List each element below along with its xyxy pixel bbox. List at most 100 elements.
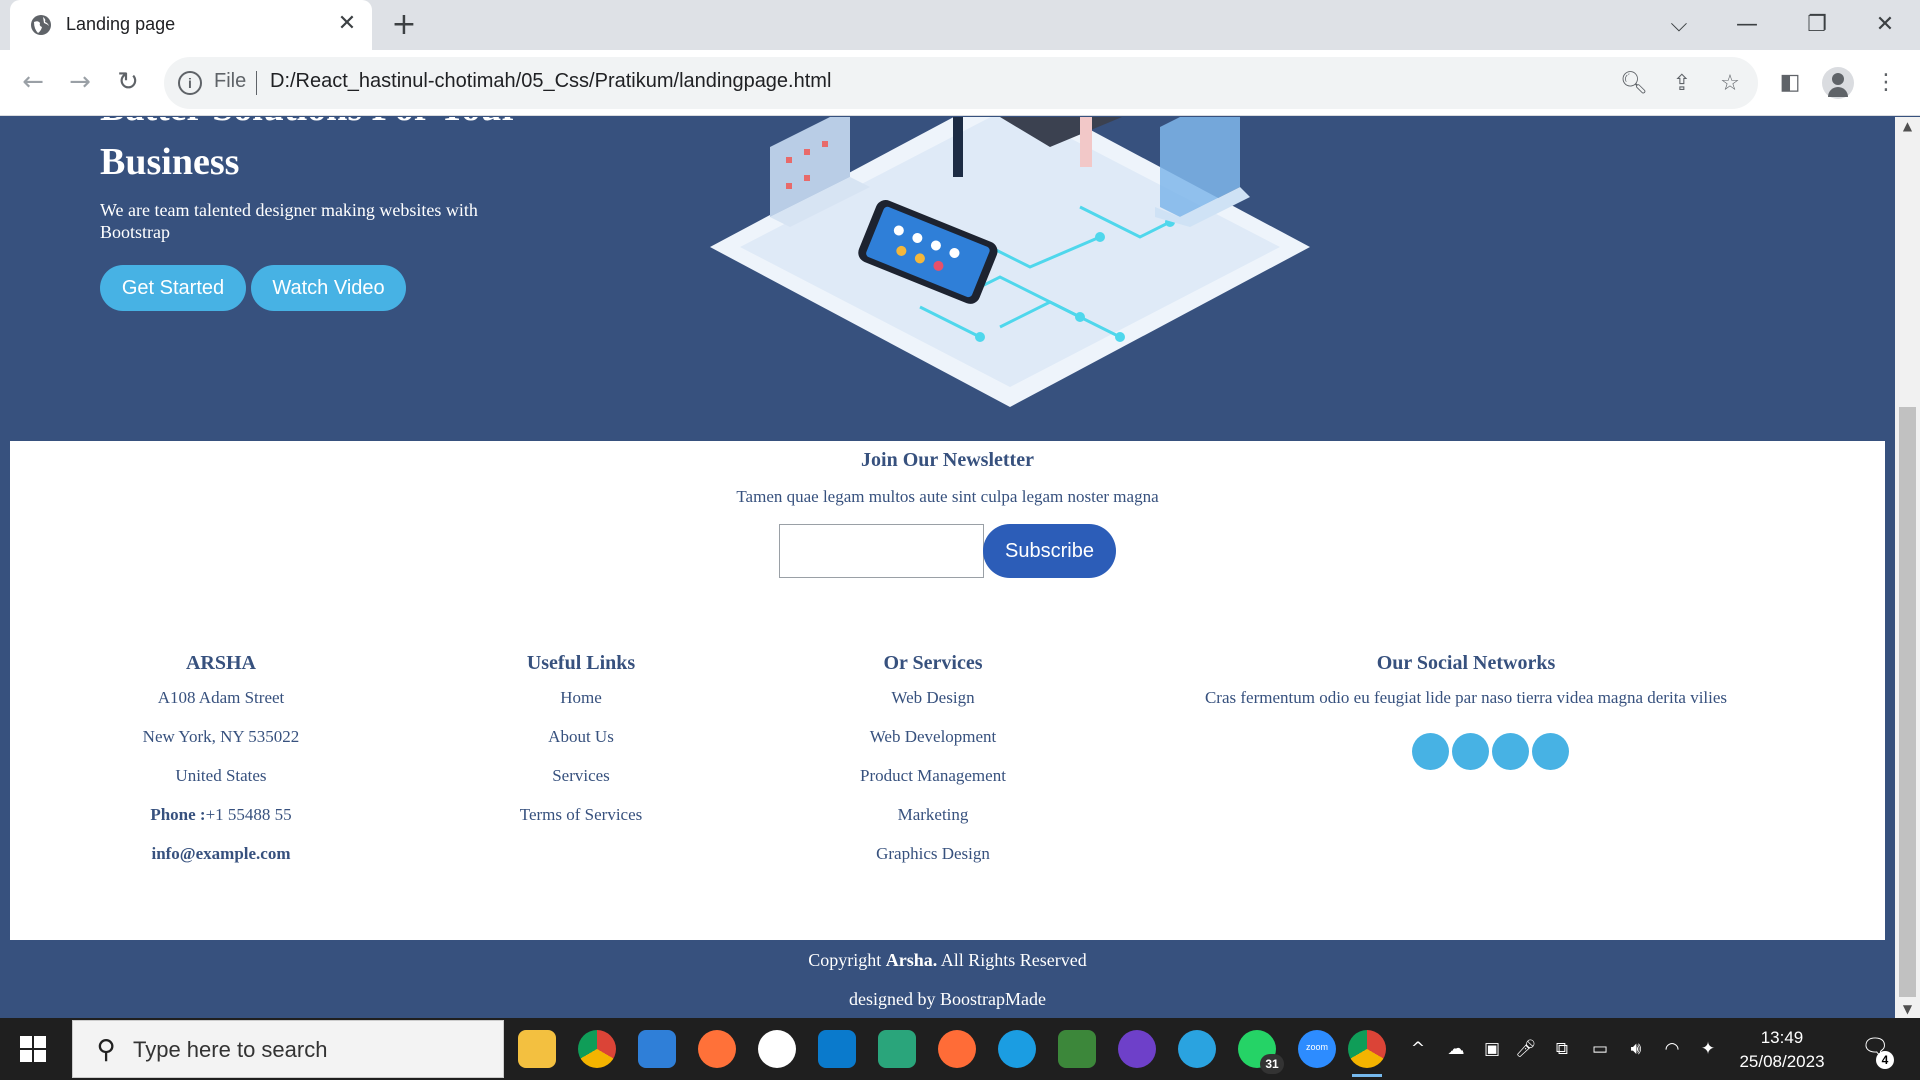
volume-icon[interactable]: 🔊︎ — [1624, 1038, 1648, 1060]
copyright-prefix: Copyright — [808, 950, 882, 970]
social-icon-4[interactable] — [1532, 733, 1569, 770]
edge-icon[interactable] — [998, 1030, 1036, 1068]
footer-link-terms[interactable]: Terms of Services — [458, 804, 704, 843]
footer-social-column: Our Social Networks Cras fermentum odio … — [1186, 651, 1746, 726]
get-started-button[interactable]: Get Started — [100, 265, 246, 311]
footer-link-services[interactable]: Services — [458, 765, 704, 804]
file-explorer-icon[interactable] — [518, 1030, 556, 1068]
footer-address-line1: A108 Adam Street — [157, 688, 285, 707]
minimize-button[interactable]: — — [1732, 10, 1762, 40]
scroll-up-icon[interactable]: ▲ — [1895, 117, 1920, 135]
hero-title: Batter Solutions For Your Business — [100, 117, 518, 183]
subscribe-button[interactable]: Subscribe — [983, 524, 1116, 578]
newsletter-title: Join Our Newsletter — [861, 449, 1034, 471]
service-marketing[interactable]: Marketing — [798, 804, 1068, 843]
email-address: info@example.com — [151, 844, 291, 863]
social-icons — [1412, 733, 1572, 771]
clock-time: 13:49 — [1760, 1028, 1804, 1047]
writer-app-icon[interactable] — [758, 1030, 796, 1068]
social-title: Our Social Networks — [1376, 652, 1556, 674]
browser-toolbar: ← → ↻ i File D:/React_hastinul-chotimah/… — [0, 50, 1920, 116]
tab-title: Landing page — [66, 14, 176, 34]
service-web-design[interactable]: Web Design — [798, 687, 1068, 726]
chrome-active-icon[interactable] — [1348, 1030, 1386, 1077]
whatsapp-icon[interactable]: 31 — [1238, 1030, 1284, 1074]
back-button[interactable]: ← — [17, 67, 49, 99]
copyright-line: Copyright Arsha. All Rights Reserved — [0, 940, 1895, 980]
side-panel-icon[interactable]: ◧ — [1774, 67, 1806, 99]
page-scrollbar[interactable]: ▲ ▼ — [1895, 117, 1920, 1018]
service-web-development[interactable]: Web Development — [798, 726, 1068, 765]
mail-icon[interactable] — [638, 1030, 676, 1068]
footer-link-home[interactable]: Home — [458, 687, 704, 726]
omnibox-divider — [256, 71, 257, 95]
dropbox-icon[interactable]: ✦ — [1696, 1038, 1720, 1060]
address-bar[interactable]: i File D:/React_hastinul-chotimah/05_Css… — [164, 57, 1758, 109]
restore-button[interactable]: ❐ — [1802, 10, 1832, 40]
git-tool-icon[interactable] — [878, 1030, 916, 1068]
vscode-icon[interactable] — [818, 1030, 856, 1068]
newsletter-footer-section: Join Our Newsletter Tamen quae legam mul… — [10, 441, 1885, 940]
notification-count: 4 — [1876, 1051, 1894, 1069]
globe-icon — [31, 15, 51, 35]
more-menu-icon[interactable]: ⋮ — [1870, 67, 1902, 99]
profile-avatar-icon[interactable] — [1822, 67, 1854, 99]
service-product-management[interactable]: Product Management — [798, 765, 1068, 804]
designed-by: designed by BoostrapMade — [849, 989, 1046, 1009]
nodejs-icon[interactable] — [1058, 1030, 1096, 1068]
footer-links-column: Useful Links Home About Us Services Term… — [458, 651, 704, 843]
zoom-icon[interactable]: zoom — [1298, 1030, 1336, 1068]
scroll-down-icon[interactable]: ▼ — [1895, 1000, 1920, 1018]
footer-country: United States — [175, 766, 267, 785]
social-icon-2[interactable] — [1452, 733, 1489, 770]
clock-date: 25/08/2023 — [1739, 1052, 1825, 1071]
screen-capture-icon[interactable]: ⧉ — [1550, 1038, 1574, 1060]
meet-now-icon[interactable]: ▣ — [1480, 1038, 1504, 1060]
taskbar: ⚲ Type here to search 31 zoom ^ ☁ ▣ 🎤︎ ⧉… — [0, 1018, 1920, 1080]
page-viewport: Batter Solutions For Your Business We ar… — [0, 117, 1920, 1018]
social-icon-3[interactable] — [1492, 733, 1529, 770]
bookmark-star-icon[interactable]: ☆ — [1716, 70, 1744, 98]
hero-subtitle: We are team talented designer making web… — [100, 200, 478, 242]
tab-search-chevron-icon[interactable]: ⌵ — [1664, 10, 1694, 40]
social-icon-1[interactable] — [1412, 733, 1449, 770]
new-tab-button[interactable]: + — [390, 10, 418, 40]
firefox-icon[interactable] — [698, 1030, 736, 1068]
taskbar-search-placeholder: Type here to search — [133, 1037, 328, 1062]
tab-strip: Landing page ✕ + ⌵ — ❐ ✕ — [0, 0, 1920, 50]
tab-landing-page[interactable]: Landing page ✕ — [10, 0, 372, 50]
social-text: Cras fermentum odio eu feugiat lide par … — [1204, 688, 1728, 707]
notification-center-icon[interactable]: 🗨︎ 4 — [1860, 1035, 1894, 1069]
battery-icon[interactable]: ▭ — [1588, 1038, 1612, 1060]
newsletter-email-input[interactable] — [779, 524, 984, 578]
scheme-label: File — [214, 70, 247, 92]
telegram-icon[interactable] — [1178, 1030, 1216, 1068]
scrollbar-thumb[interactable] — [1899, 407, 1916, 997]
chrome-icon[interactable] — [578, 1030, 616, 1068]
onedrive-icon[interactable]: ☁ — [1444, 1038, 1468, 1060]
reload-button[interactable]: ↻ — [112, 67, 144, 99]
footer-email: info@example.com — [88, 843, 354, 882]
site-info-icon[interactable]: i — [178, 71, 202, 95]
footer-phone: Phone :+1 55488 55 — [88, 804, 354, 843]
services-title: Or Services — [883, 652, 983, 674]
postman-icon[interactable] — [938, 1030, 976, 1068]
system-clock[interactable]: 13:49 25/08/2023 — [1728, 1026, 1836, 1074]
close-window-button[interactable]: ✕ — [1870, 10, 1900, 40]
footer-link-about-us[interactable]: About Us — [458, 726, 704, 765]
github-desktop-icon[interactable] — [1118, 1030, 1156, 1068]
taskbar-search-box[interactable]: ⚲ Type here to search — [72, 1020, 504, 1078]
close-tab-icon[interactable]: ✕ — [336, 13, 358, 35]
watch-video-button[interactable]: Watch Video — [251, 265, 406, 311]
network-icon[interactable]: ◠ — [1660, 1038, 1684, 1060]
microphone-icon[interactable]: 🎤︎ — [1514, 1038, 1538, 1060]
windows-start-icon[interactable] — [20, 1036, 46, 1062]
service-graphics-design[interactable]: Graphics Design — [798, 843, 1068, 882]
forward-button[interactable]: → — [64, 67, 96, 99]
zoom-label: zoom — [1305, 1042, 1328, 1052]
show-hidden-icons-icon[interactable]: ^ — [1406, 1038, 1430, 1060]
zoom-icon[interactable]: 🔍︎ — [1620, 70, 1648, 98]
url-text[interactable]: D:/React_hastinul-chotimah/05_Css/Pratik… — [270, 70, 831, 93]
footer-contact-column: ARSHA A108 Adam Street New York, NY 5350… — [88, 651, 354, 882]
share-icon[interactable]: ⇪ — [1668, 70, 1696, 98]
